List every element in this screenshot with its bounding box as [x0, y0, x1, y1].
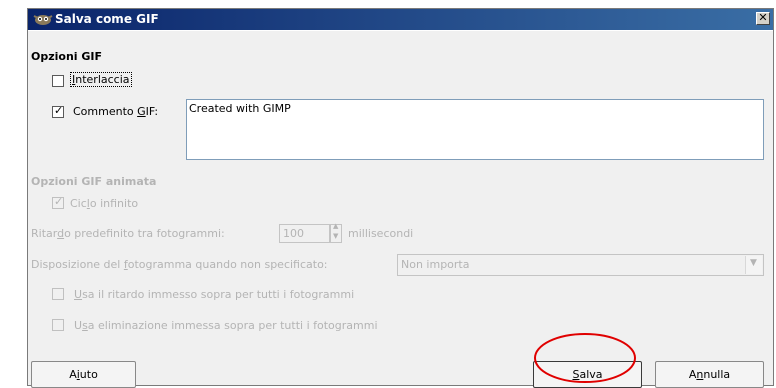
delay-unit: millisecondi — [348, 227, 414, 240]
interlace-checkbox[interactable] — [52, 75, 64, 87]
cancel-button[interactable]: Annulla — [655, 361, 764, 388]
save-as-gif-dialog: Salva come GIF ✕ Opzioni GIF Interlaccia… — [27, 8, 774, 388]
title-bar[interactable]: Salva come GIF ✕ — [28, 9, 773, 30]
loop-label: Ciclo infinito — [70, 197, 139, 210]
delay-spinner[interactable]: ▲ ▼ — [330, 222, 342, 243]
use-delay-label: Usa il ritardo immesso sopra per tutti i… — [74, 288, 355, 301]
comment-text: Created with GIMP — [189, 102, 291, 115]
disposal-select[interactable]: Non importa ▼ — [397, 254, 764, 276]
comment-textarea[interactable]: Created with GIMP — [186, 99, 764, 160]
use-disposal-label: Usa eliminazione immessa sopra per tutti… — [74, 319, 378, 332]
highlight-circle — [534, 333, 636, 383]
window-title: Salva come GIF — [55, 12, 159, 26]
use-disposal-checkbox[interactable] — [52, 319, 64, 331]
check-icon: ✓ — [54, 104, 64, 117]
help-button[interactable]: Aiuto — [31, 361, 136, 388]
dropdown-button[interactable]: ▼ — [745, 256, 762, 274]
interlace-label[interactable]: Interlaccia — [70, 72, 132, 87]
gimp-icon — [33, 15, 53, 25]
gif-options-heading: Opzioni GIF — [31, 50, 103, 63]
comment-checkbox[interactable]: ✓ — [52, 104, 64, 118]
delay-value: 100 — [283, 227, 304, 240]
comment-label: Commento GIF: — [73, 105, 159, 118]
use-delay-checkbox[interactable] — [52, 288, 64, 300]
disposal-label: Disposizione del fotogramma quando non s… — [31, 258, 328, 271]
close-icon: ✕ — [758, 11, 768, 24]
spin-up-icon[interactable]: ▲ — [333, 222, 338, 230]
chevron-down-icon: ▼ — [750, 258, 757, 268]
dialog-body: Opzioni GIF Interlaccia ✓ Commento GIF: … — [28, 31, 773, 388]
delay-input[interactable]: 100 — [279, 224, 330, 243]
spin-down-icon[interactable]: ▼ — [333, 232, 338, 240]
disposal-value: Non importa — [401, 258, 470, 271]
loop-checkbox[interactable]: ✓ — [52, 195, 64, 209]
delay-label: Ritardo predefinito tra fotogrammi: — [31, 227, 225, 240]
close-button[interactable]: ✕ — [756, 12, 770, 25]
animated-options-heading: Opzioni GIF animata — [31, 175, 157, 188]
check-icon: ✓ — [54, 195, 64, 208]
